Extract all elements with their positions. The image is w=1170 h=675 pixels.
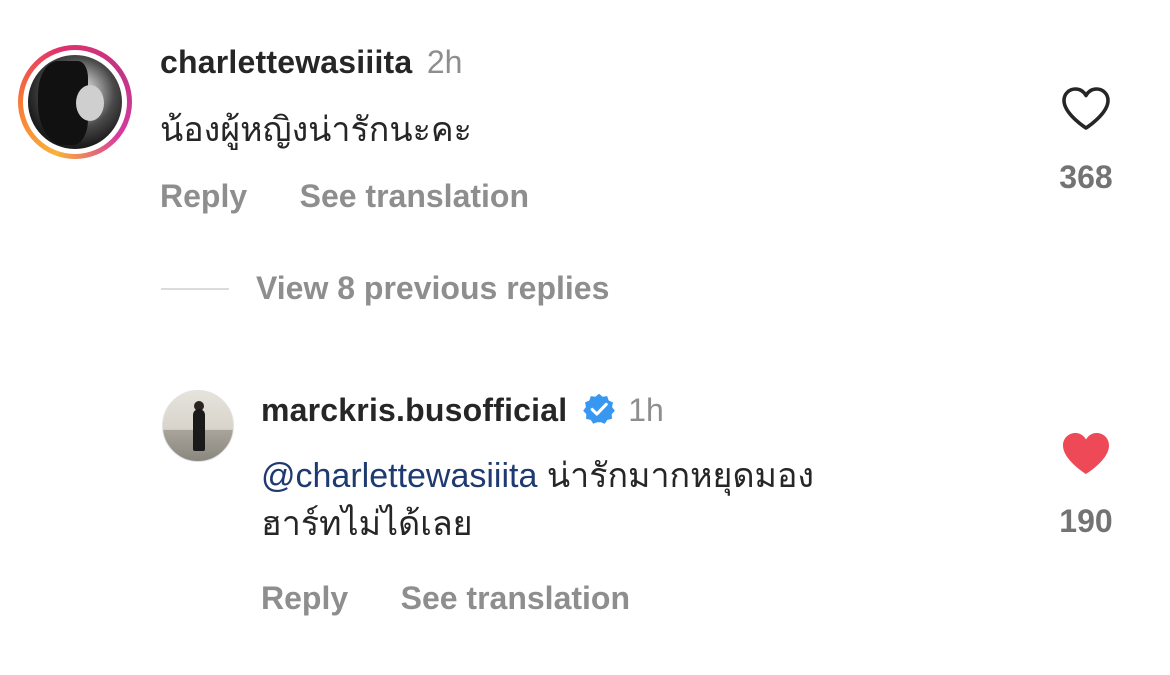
see-translation-button[interactable]: See translation: [401, 580, 630, 616]
replies-divider: [161, 288, 229, 290]
reply-button[interactable]: Reply: [261, 580, 348, 616]
comment-time: 2h: [426, 44, 463, 80]
reply-text-line2: ฮาร์ทไม่ได้เลย: [261, 505, 473, 543]
comment-header: charlettewasiiita 2h: [160, 44, 462, 81]
verified-badge-icon: [582, 393, 615, 424]
avatar-face: [76, 85, 104, 121]
comment-username[interactable]: charlettewasiiita: [160, 44, 412, 80]
avatar-frame: [23, 50, 127, 154]
reply-header: marckris.busofficial 1h: [261, 392, 664, 429]
like-count: 368: [1059, 159, 1113, 195]
see-translation-button[interactable]: See translation: [300, 178, 529, 214]
heart-outline-icon[interactable]: [1061, 86, 1111, 132]
avatar-figure: [193, 409, 205, 451]
view-previous-replies-button[interactable]: View 8 previous replies: [256, 270, 609, 307]
reply-text-line1: น่ารักมากหยุดมอง: [546, 457, 814, 495]
reply-text: @charlettewasiiita น่ารักมากหยุดมอง ฮาร์…: [261, 452, 814, 548]
like-count: 190: [1059, 503, 1113, 539]
avatar[interactable]: [28, 55, 122, 149]
reply-actions: Reply See translation: [261, 580, 630, 617]
reply-username[interactable]: marckris.busofficial: [261, 392, 567, 428]
comment-actions: Reply See translation: [160, 178, 529, 215]
avatar[interactable]: [162, 390, 234, 462]
mention-link[interactable]: @charlettewasiiita: [261, 457, 537, 495]
reply-time: 1h: [628, 392, 664, 428]
comment-text: น้องผู้หญิงน่ารักนะคะ: [160, 111, 472, 149]
story-ring[interactable]: [18, 45, 132, 159]
heart-filled-icon[interactable]: [1061, 431, 1111, 477]
reply-button[interactable]: Reply: [160, 178, 247, 214]
